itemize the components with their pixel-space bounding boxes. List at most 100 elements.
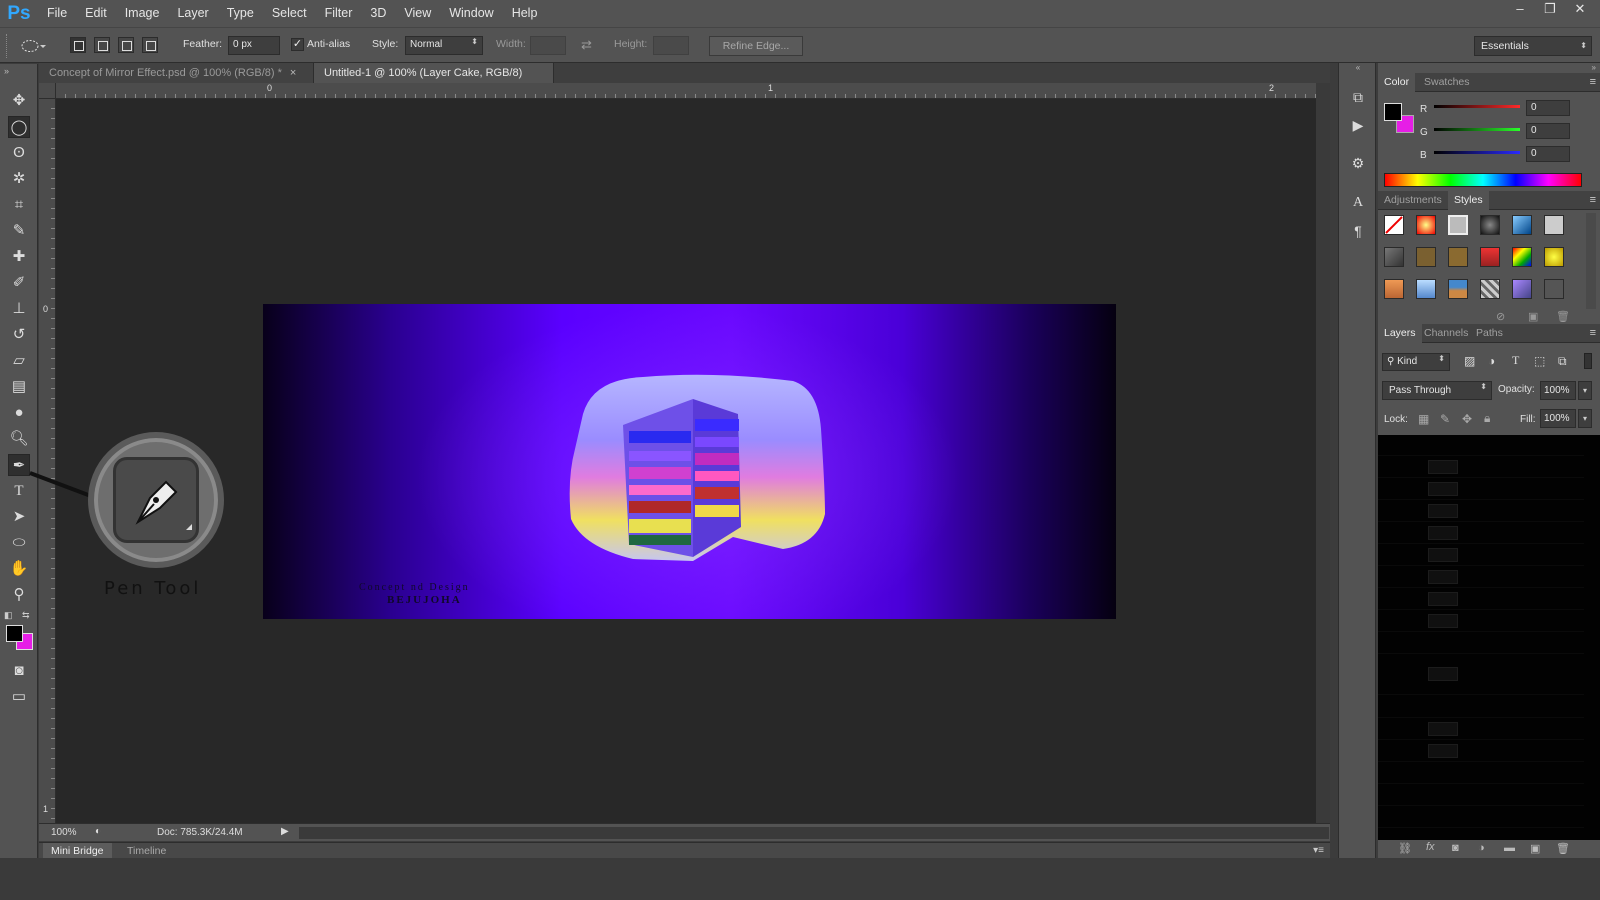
layer-row[interactable] — [1378, 807, 1584, 828]
screen-mode-icon[interactable]: ▭ — [8, 686, 30, 708]
fill-dropdown-icon[interactable]: ▾ — [1578, 409, 1592, 428]
panel-menu-icon[interactable]: ≡ — [1590, 194, 1596, 206]
tab-channels[interactable]: Channels — [1418, 324, 1474, 343]
layer-row[interactable] — [1378, 763, 1584, 784]
menu-window[interactable]: Window — [440, 0, 502, 27]
layer-row[interactable] — [1378, 479, 1584, 500]
ellipse-shape-tool-icon[interactable]: ⬭ — [8, 532, 30, 554]
lasso-tool-icon[interactable]: ʘ — [8, 142, 30, 164]
styles-scrollbar[interactable] — [1586, 213, 1596, 309]
add-mask-icon[interactable]: ◙ — [1452, 842, 1459, 854]
horizontal-ruler[interactable]: 0 1 2 — [56, 83, 1316, 99]
channel-r-value[interactable]: 0 — [1526, 100, 1570, 116]
menu-layer[interactable]: Layer — [168, 0, 217, 27]
style-swatch[interactable] — [1480, 279, 1500, 299]
antialias-checkbox[interactable]: ✓ — [291, 38, 304, 51]
zoom-tool-icon[interactable]: ⚲ — [8, 584, 30, 606]
menu-edit[interactable]: Edit — [76, 0, 116, 27]
tab-layers[interactable]: Layers — [1378, 324, 1422, 343]
layer-row[interactable] — [1378, 741, 1584, 762]
new-adjustment-layer-icon[interactable]: ◑ — [1478, 842, 1485, 854]
filter-toggle[interactable] — [1584, 353, 1592, 369]
filter-pixel-icon[interactable]: ▨ — [1464, 354, 1475, 368]
panel-menu-icon[interactable]: ▾≡ — [1313, 845, 1324, 856]
elliptical-marquee-preset-icon[interactable] — [20, 38, 46, 54]
default-colors-icon[interactable]: ◧ — [4, 610, 13, 621]
magic-wand-tool-icon[interactable]: ✲ — [8, 168, 30, 190]
link-layers-icon[interactable]: ⛓ — [1398, 842, 1412, 855]
lock-pixels-icon[interactable]: ✎ — [1440, 412, 1450, 426]
layer-row[interactable] — [1378, 633, 1584, 654]
gradient-tool-icon[interactable]: ▤ — [8, 376, 30, 398]
elliptical-marquee-tool-icon[interactable]: ◯ — [8, 116, 30, 138]
layer-row[interactable] — [1378, 501, 1584, 522]
new-group-icon[interactable]: ▬ — [1504, 842, 1515, 854]
move-tool-icon[interactable]: ✥ — [8, 90, 30, 112]
style-swatch[interactable] — [1384, 279, 1404, 299]
channel-b-slider[interactable] — [1434, 151, 1520, 154]
horizontal-scrollbar[interactable] — [299, 827, 1329, 839]
menu-view[interactable]: View — [395, 0, 440, 27]
brush-tool-icon[interactable]: ✐ — [8, 272, 30, 294]
tab-color[interactable]: Color — [1378, 73, 1416, 92]
layer-row[interactable] — [1378, 697, 1584, 718]
style-swatch[interactable] — [1384, 247, 1404, 267]
restore-button[interactable]: ❐ — [1536, 0, 1564, 18]
pen-tool-icon[interactable]: ✒ — [8, 454, 30, 476]
style-swatch[interactable] — [1544, 247, 1564, 267]
menu-filter[interactable]: Filter — [316, 0, 362, 27]
style-swatch[interactable] — [1416, 215, 1436, 235]
eraser-tool-icon[interactable]: ▱ — [8, 350, 30, 372]
menu-3d[interactable]: 3D — [361, 0, 395, 27]
new-selection-icon[interactable] — [70, 37, 86, 53]
hand-tool-icon[interactable]: ✋ — [8, 558, 30, 580]
subtract-from-selection-icon[interactable] — [118, 37, 134, 53]
quick-mask-icon[interactable]: ◙ — [8, 660, 30, 682]
style-swatch[interactable] — [1416, 247, 1436, 267]
color-spectrum-ramp[interactable] — [1384, 173, 1582, 187]
history-brush-tool-icon[interactable]: ↺ — [8, 324, 30, 346]
style-swatch[interactable] — [1544, 215, 1564, 235]
panel-menu-icon[interactable]: ≡ — [1590, 327, 1596, 339]
delete-layer-icon[interactable]: 🗑︎ — [1556, 842, 1570, 855]
filter-shape-icon[interactable]: ⬚ — [1534, 354, 1545, 368]
style-swatch[interactable] — [1416, 279, 1436, 299]
layer-row[interactable] — [1378, 457, 1584, 478]
layer-row[interactable] — [1378, 785, 1584, 806]
layer-row[interactable] — [1378, 567, 1584, 588]
opacity-dropdown-icon[interactable]: ▾ — [1578, 381, 1592, 400]
lock-all-icon[interactable]: 🔒︎ — [1484, 411, 1490, 426]
menu-file[interactable]: File — [38, 0, 76, 27]
style-swatch[interactable] — [1544, 279, 1564, 299]
foreground-color-swatch[interactable] — [6, 625, 23, 642]
add-to-selection-icon[interactable] — [94, 37, 110, 53]
blend-mode-select[interactable]: Pass Through ⬍ — [1382, 381, 1492, 400]
new-style-icon[interactable]: ▣ — [1528, 310, 1538, 323]
menu-select[interactable]: Select — [263, 0, 316, 27]
lock-transparent-icon[interactable]: ▦ — [1418, 412, 1429, 426]
minimize-button[interactable]: – — [1506, 0, 1534, 18]
tab-untitled-1[interactable]: Untitled-1 @ 100% (Layer Cake, RGB/8) *× — [314, 63, 554, 99]
style-swatch[interactable] — [1448, 215, 1468, 235]
paragraph-panel-icon[interactable]: ¶ — [1348, 221, 1368, 241]
menu-help[interactable]: Help — [503, 0, 547, 27]
crop-tool-icon[interactable]: ⌗ — [8, 194, 30, 216]
fill-input[interactable]: 100% — [1540, 409, 1576, 428]
layer-row[interactable] — [1378, 719, 1584, 740]
filter-smart-object-icon[interactable]: ⧉ — [1558, 354, 1567, 369]
swap-dimensions-icon[interactable]: ⇄ — [581, 37, 592, 53]
layer-row[interactable] — [1378, 523, 1584, 544]
status-info-icon[interactable]: ◐ — [95, 826, 101, 837]
channel-g-slider[interactable] — [1434, 128, 1520, 131]
character-panel-icon[interactable]: A — [1348, 193, 1368, 213]
layer-effects-icon[interactable]: fx — [1426, 841, 1435, 853]
menu-image[interactable]: Image — [116, 0, 169, 27]
style-select[interactable]: Normal ⬍ — [405, 36, 483, 55]
actions-panel-icon[interactable]: ▶ — [1348, 115, 1368, 135]
style-swatch[interactable] — [1512, 215, 1532, 235]
lock-position-icon[interactable]: ✥ — [1462, 412, 1472, 426]
expand-strip-icon[interactable]: « — [1339, 63, 1377, 73]
style-swatch[interactable] — [1448, 279, 1468, 299]
document-canvas[interactable]: Concept nd Design BEJUJOHA — [263, 304, 1116, 619]
delete-style-icon[interactable]: 🗑︎ — [1556, 310, 1570, 323]
